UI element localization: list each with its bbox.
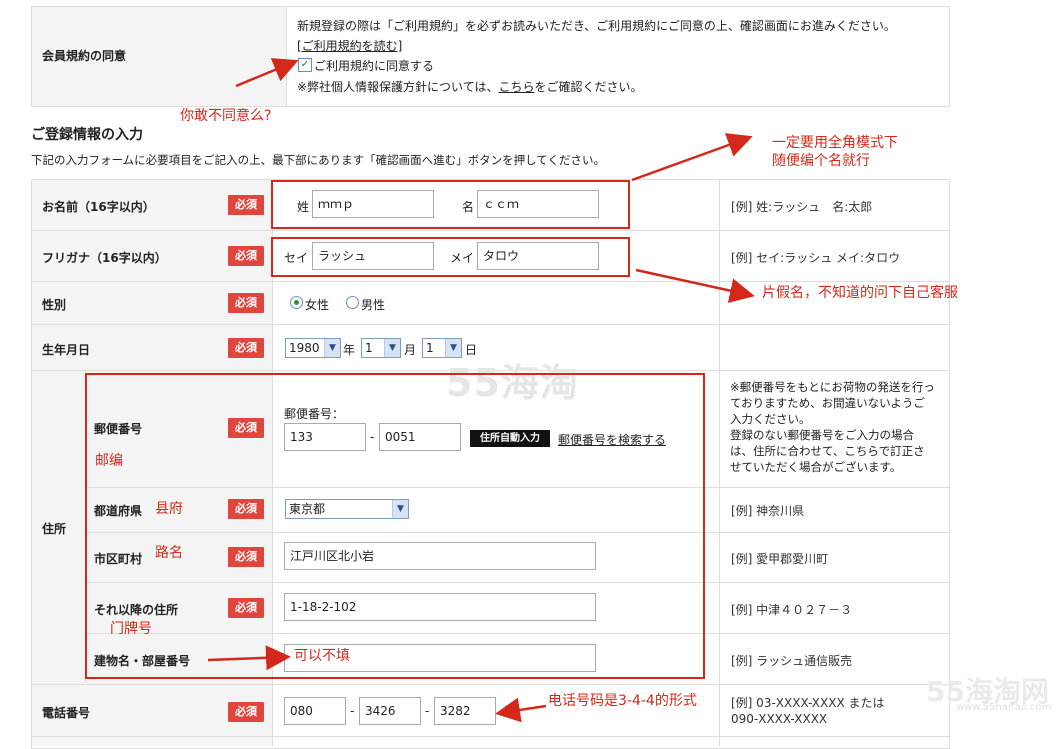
row-divider xyxy=(32,230,950,231)
birth-year-unit: 年 xyxy=(343,343,356,357)
birth-month-unit: 月 xyxy=(404,343,417,357)
privacy-prefix: ※弊社個人情報保護方針については、 xyxy=(297,80,499,94)
annotation-katakana: 片假名，不知道的问下自己客服 xyxy=(762,285,958,301)
gender-female-radio[interactable] xyxy=(290,296,303,309)
required-badge: 必須 xyxy=(228,293,264,313)
annotation-phone-format: 电话号码是3-4-4的形式 xyxy=(548,693,697,709)
privacy-suffix: をご確認ください。 xyxy=(534,80,643,94)
read-terms-link[interactable]: [ご利用規約を読む] xyxy=(297,37,402,54)
annotation-box-name xyxy=(271,180,630,229)
row-divider xyxy=(32,736,950,737)
phone-input-1[interactable]: 080 xyxy=(284,697,346,725)
birth-month-value: 1 xyxy=(365,341,373,355)
building-example: [例] ラッシュ通信販売 xyxy=(731,654,853,668)
annotation-optional: 可以不填 xyxy=(294,648,350,664)
gender-male-radio[interactable] xyxy=(346,296,359,309)
annotation-dare: 你敢不同意么? xyxy=(180,108,272,124)
phone-example: [例] 03-XXXX-XXXX または 090-XXXX-XXXX xyxy=(731,696,885,726)
furigana-label: フリガナ（16字以内） xyxy=(42,251,167,265)
row-divider xyxy=(32,324,950,325)
arrow-to-fullwidth-note xyxy=(631,133,753,182)
required-badge: 必須 xyxy=(228,195,264,215)
gender-label: 性別 xyxy=(42,298,67,312)
chevron-down-icon: ▼ xyxy=(384,339,400,357)
required-badge: 必須 xyxy=(228,702,264,722)
gender-male-label[interactable]: 男性 xyxy=(361,296,385,313)
required-badge: 必須 xyxy=(228,338,264,358)
city-example: [例] 愛甲郡愛川町 xyxy=(731,552,829,566)
phone-input-3[interactable]: 3282 xyxy=(434,697,496,725)
phone-dash: - xyxy=(350,704,355,718)
annotation-fullwidth-2: 随便编个名就行 xyxy=(772,153,870,169)
annotation-box-address xyxy=(85,373,705,679)
annotation-fullwidth-1: 一定要用全角模式下 xyxy=(772,135,898,151)
prefecture-example: [例] 神奈川県 xyxy=(731,504,805,518)
name-example: [例] 姓:ラッシュ 名:太郎 xyxy=(731,200,873,214)
phone-input-2[interactable]: 3426 xyxy=(359,697,421,725)
address-label: 住所 xyxy=(42,522,67,536)
chevron-down-icon: ▼ xyxy=(324,339,340,357)
annotation-road: 路名 xyxy=(155,545,183,561)
watermark-url: www.55haitao.com xyxy=(956,702,1052,713)
furigana-example: [例] セイ:ラッシュ メイ:タロウ xyxy=(731,251,901,265)
required-badge: 必須 xyxy=(228,246,264,266)
section-instruction: 下記の入力フォームに必要項目をご記入の上、最下部にあります「確認画面へ進む」ボタ… xyxy=(31,153,605,167)
agree-label[interactable]: ご利用規約に同意する xyxy=(314,57,434,74)
examples-divider xyxy=(719,180,720,746)
annotation-prefecture: 县府 xyxy=(155,501,183,517)
name-label: お名前（16字以内） xyxy=(42,200,155,214)
privacy-link[interactable]: こちら xyxy=(498,80,534,94)
agree-checkbox[interactable]: ✓ xyxy=(298,58,312,72)
annotation-postcode: 邮编 xyxy=(95,453,123,469)
birthday-label: 生年月日 xyxy=(42,343,91,357)
birth-day-value: 1 xyxy=(426,341,434,355)
phone-dash: - xyxy=(425,704,430,718)
birth-month-select[interactable]: 1 ▼ xyxy=(361,338,401,358)
gender-female-label[interactable]: 女性 xyxy=(305,296,329,313)
street-example: [例] 中津４０２７－３ xyxy=(731,603,853,617)
row-divider xyxy=(32,684,950,685)
section-title: ご登録情報の入力 xyxy=(31,127,143,143)
consent-label: 会員規約の同意 xyxy=(42,49,127,63)
birth-year-select[interactable]: 1980 ▼ xyxy=(285,338,341,358)
postal-note: ※郵便番号をもとにお荷物の発送を行っておりますため、お間違いないようご入力くださ… xyxy=(730,380,935,474)
birth-year-value: 1980 xyxy=(289,341,320,355)
annotation-door: 门牌号 xyxy=(110,621,152,637)
consent-notice: 新規登録の際は「ご利用規約」を必ずお読みいただき、ご利用規約にご同意の上、確認画… xyxy=(297,19,896,33)
annotation-box-furigana xyxy=(271,237,630,277)
phone-label: 電話番号 xyxy=(42,706,91,720)
privacy-note: ※弊社個人情報保護方針については、こちらをご確認ください。 xyxy=(297,78,643,95)
